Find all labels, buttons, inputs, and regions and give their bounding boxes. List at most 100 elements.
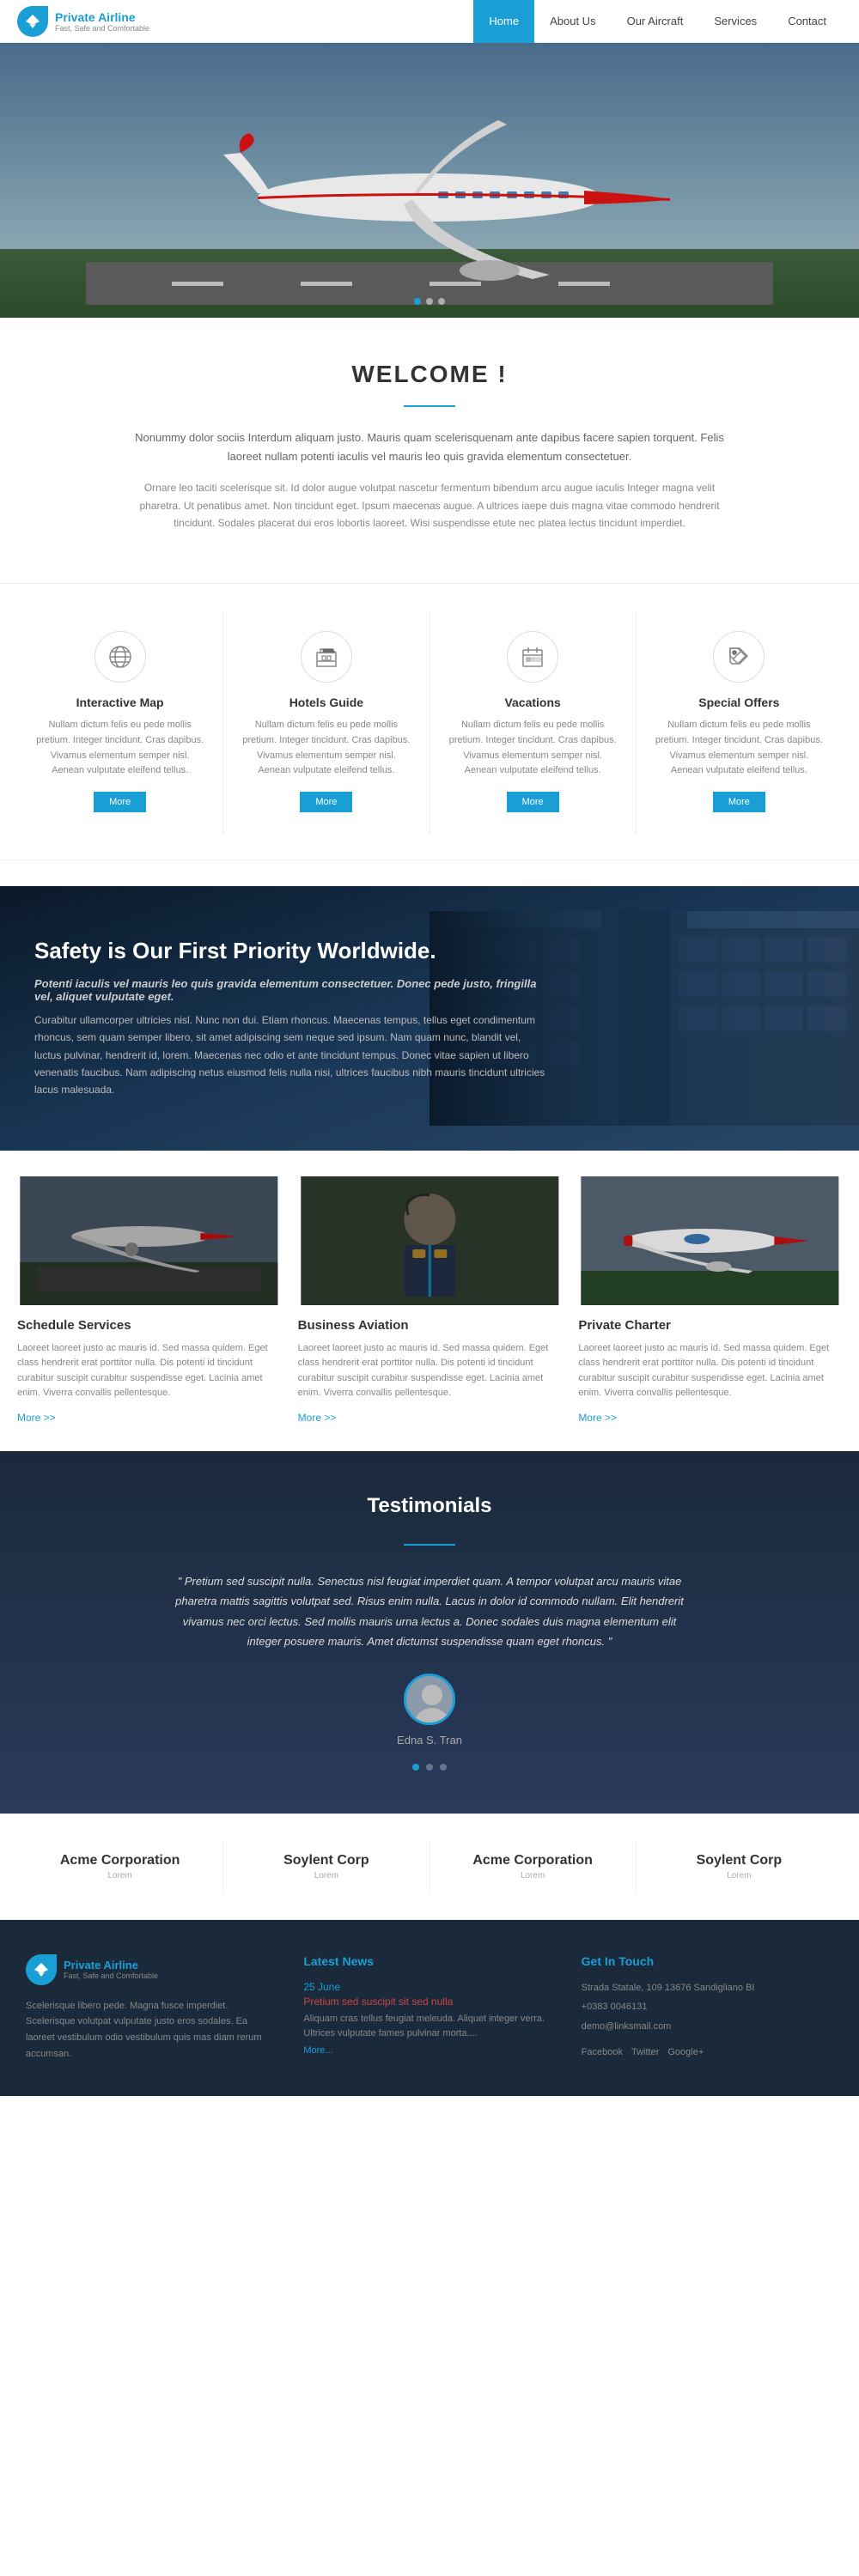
feature-btn-1[interactable]: More <box>300 792 352 812</box>
service-img-small-plane <box>578 1176 842 1305</box>
service-card-charter: Private Charter Laoreet laoreet justo ac… <box>578 1176 842 1425</box>
nav-home[interactable]: Home <box>473 0 534 43</box>
dot-2[interactable] <box>426 298 433 305</box>
feature-title-1: Hotels Guide <box>241 696 411 709</box>
partner-name-2: Acme Corporation <box>443 1853 623 1868</box>
safety-content: Safety is Our First Priority Worldwide. … <box>34 938 550 1099</box>
service-title-2: Private Charter <box>578 1318 842 1333</box>
safety-text: Curabitur ullamcorper ultricies nisl. Nu… <box>34 1012 550 1099</box>
partner-name-0: Acme Corporation <box>30 1853 210 1868</box>
footer-logo: Private Airline Fast, Safe and Comfortab… <box>26 1954 277 1985</box>
footer-logo-tagline: Fast, Safe and Comfortable <box>64 1971 158 1980</box>
feature-card-map: Interactive Map Nullam dictum felis eu p… <box>17 610 223 833</box>
nav-links: Home About Us Our Aircraft Services Cont… <box>473 0 842 43</box>
footer-logo-text: Private Airline Fast, Safe and Comfortab… <box>64 1959 158 1980</box>
feature-icon-globe <box>94 631 146 683</box>
feature-title-3: Special Offers <box>654 696 825 709</box>
welcome-divider <box>404 405 455 407</box>
testimonial-dots <box>52 1764 807 1771</box>
testimonials-section: Testimonials " Pretium sed suscipit null… <box>0 1451 859 1814</box>
service-title-1: Business Aviation <box>298 1318 562 1333</box>
footer-twitter[interactable]: Twitter <box>631 2047 659 2057</box>
partner-3: Soylent Corp Lorem <box>637 1840 842 1893</box>
safety-banner: Safety is Our First Priority Worldwide. … <box>0 886 859 1151</box>
logo-icon <box>17 6 48 37</box>
hero-plane-svg <box>0 43 859 318</box>
welcome-section: WELCOME ! Nonummy dolor sociis Interdum … <box>0 318 859 557</box>
service-more-2[interactable]: More >> <box>578 1412 617 1424</box>
partner-0: Acme Corporation Lorem <box>17 1840 223 1893</box>
feature-btn-0[interactable]: More <box>94 792 146 812</box>
service-text-0: Laoreet laoreet justo ac mauris id. Sed … <box>17 1341 281 1401</box>
logo-name: Private Airline <box>55 10 149 24</box>
hero-section <box>0 43 859 318</box>
partner-name-1: Soylent Corp <box>236 1853 416 1868</box>
safety-subtitle: Potenti iaculis vel mauris leo quis grav… <box>34 977 550 1003</box>
footer: Private Airline Fast, Safe and Comfortab… <box>0 1920 859 2097</box>
welcome-text-main: Nonummy dolor sociis Interdum aliquam ju… <box>129 428 730 466</box>
nav-services[interactable]: Services <box>698 0 772 43</box>
testimonial-divider <box>404 1544 455 1546</box>
feature-card-vacations: Vacations Nullam dictum felis eu pede mo… <box>430 610 637 833</box>
logo-text: Private Airline Fast, Safe and Comfortab… <box>55 10 149 33</box>
testimonial-dot-1[interactable] <box>412 1764 419 1771</box>
logo-tagline: Fast, Safe and Comfortable <box>55 24 149 33</box>
partner-name-3: Soylent Corp <box>649 1853 829 1868</box>
feature-icon-tag <box>713 631 765 683</box>
service-card-business: Business Aviation Laoreet laoreet justo … <box>298 1176 562 1425</box>
service-more-0[interactable]: More >> <box>17 1412 56 1424</box>
footer-news-article-title: Pretium sed suscipit sit sed nulla <box>303 1996 555 2008</box>
footer-about: Private Airline Fast, Safe and Comfortab… <box>26 1954 277 2063</box>
footer-news-more[interactable]: More... <box>303 2045 332 2056</box>
footer-logo-name: Private Airline <box>64 1959 158 1971</box>
welcome-title: WELCOME ! <box>69 361 790 388</box>
feature-btn-3[interactable]: More <box>713 792 765 812</box>
feature-text-0: Nullam dictum felis eu pede mollis preti… <box>34 718 205 778</box>
feature-card-hotel: HOTEL Hotels Guide Nullam dictum felis e… <box>223 610 430 833</box>
footer-news-col: Latest News 25 June Pretium sed suscipit… <box>303 1954 555 2063</box>
dot-3[interactable] <box>438 298 445 305</box>
service-more-1[interactable]: More >> <box>298 1412 337 1424</box>
footer-news-article-text: Aliquam cras tellus feugiat meleuda. Ali… <box>303 2012 555 2042</box>
partners-section: Acme Corporation Lorem Soylent Corp Lore… <box>0 1814 859 1920</box>
logo: Private Airline Fast, Safe and Comfortab… <box>17 6 473 37</box>
service-title-0: Schedule Services <box>17 1318 281 1333</box>
partner-1: Soylent Corp Lorem <box>223 1840 430 1893</box>
footer-social: Facebook Twitter Google+ <box>582 2047 833 2057</box>
navigation: Private Airline Fast, Safe and Comfortab… <box>0 0 859 43</box>
nav-aircraft[interactable]: Our Aircraft <box>612 0 699 43</box>
testimonial-avatar <box>404 1674 455 1725</box>
feature-title-0: Interactive Map <box>34 696 205 709</box>
service-img-pilot <box>298 1176 562 1305</box>
dot-1[interactable] <box>414 298 421 305</box>
testimonials-title: Testimonials <box>52 1494 807 1518</box>
footer-news-date: 25 June <box>303 1981 555 1993</box>
testimonial-quote: " Pretium sed suscipit nulla. Senectus n… <box>172 1571 687 1652</box>
feature-text-2: Nullam dictum felis eu pede mollis preti… <box>448 718 618 778</box>
footer-contact-address: Strada Statale, 109 13676 Sandigliano BI <box>582 1981 833 1996</box>
feature-btn-2[interactable]: More <box>507 792 559 812</box>
safety-title: Safety is Our First Priority Worldwide. <box>34 938 550 964</box>
nav-contact[interactable]: Contact <box>772 0 842 43</box>
footer-about-text: Scelerisque libero pede. Magna fusce imp… <box>26 1998 277 2063</box>
partner-sub-2: Lorem <box>443 1871 623 1880</box>
testimonial-dot-3[interactable] <box>440 1764 447 1771</box>
footer-contact-col: Get In Touch Strada Statale, 109 13676 S… <box>582 1954 833 2063</box>
nav-about[interactable]: About Us <box>534 0 611 43</box>
testimonial-dot-2[interactable] <box>426 1764 433 1771</box>
service-card-schedule: Schedule Services Laoreet laoreet justo … <box>17 1176 281 1425</box>
footer-facebook[interactable]: Facebook <box>582 2047 623 2057</box>
partner-sub-1: Lorem <box>236 1871 416 1880</box>
hero-dots <box>414 298 445 305</box>
footer-contact-phone: +0383 0046131 <box>582 2000 833 2015</box>
footer-googleplus[interactable]: Google+ <box>667 2047 704 2057</box>
feature-text-1: Nullam dictum felis eu pede mollis preti… <box>241 718 411 778</box>
service-text-1: Laoreet laoreet justo ac mauris id. Sed … <box>298 1341 562 1401</box>
testimonial-name: Edna S. Tran <box>52 1734 807 1747</box>
partner-sub-0: Lorem <box>30 1871 210 1880</box>
partner-sub-3: Lorem <box>649 1871 829 1880</box>
service-text-2: Laoreet laoreet justo ac mauris id. Sed … <box>578 1341 842 1401</box>
footer-contact-title: Get In Touch <box>582 1954 833 1968</box>
feature-card-offers: Special Offers Nullam dictum felis eu pe… <box>637 610 842 833</box>
feature-text-3: Nullam dictum felis eu pede mollis preti… <box>654 718 825 778</box>
